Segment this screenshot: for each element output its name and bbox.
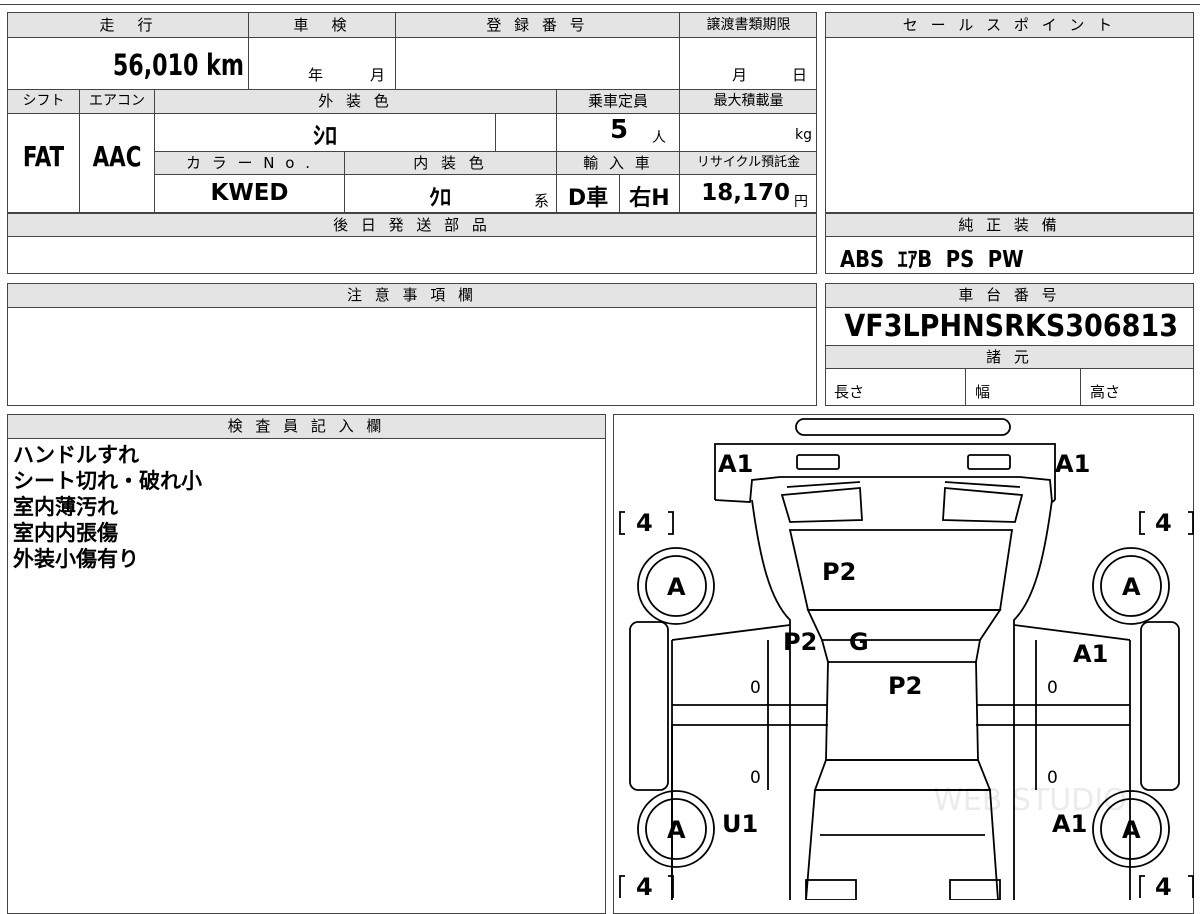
inspector-note: 外装小傷有り xyxy=(13,547,139,571)
max-load-label: 最大積載量 xyxy=(713,93,784,109)
interior-color-label: 内 装 色 xyxy=(413,154,488,172)
inspector-label: 検 査 員 記 入 欄 xyxy=(8,415,605,438)
transfer-deadline-label: 譲渡書類期限 xyxy=(706,17,791,33)
mark-tire-front-left: A xyxy=(667,573,686,601)
mark-tire-rear-left: A xyxy=(667,816,686,844)
recycle-unit: 円 xyxy=(794,194,808,210)
chassis-number: VF3LPHNSRKS306813 xyxy=(844,309,1178,344)
sales-point-label: セ ー ル ス ポ イ ン ト xyxy=(826,13,1193,37)
mark-hood: P2 xyxy=(822,558,857,586)
genuine-equipment-label: 純 正 装 備 xyxy=(826,214,1193,236)
capacity-label: 乗車定員 xyxy=(587,92,648,110)
import-value: D車 xyxy=(567,186,609,211)
transfer-day: 日 xyxy=(792,66,808,84)
inspector-notes: ハンドルすれ シート切れ・破れ小 室内薄汚れ 室内内張傷 外装小傷有り xyxy=(13,442,202,572)
import-label: 輸 入 車 xyxy=(583,154,653,172)
mark-door-r2: 0 xyxy=(1047,768,1058,788)
ac-label: エアコン xyxy=(89,93,145,109)
mark-tread-rear-left: 4 xyxy=(636,873,653,901)
exterior-color-value: ｼﾛ xyxy=(313,122,337,150)
color-no-value: KWED xyxy=(210,180,289,206)
inspection-month: 月 xyxy=(370,66,386,84)
mark-front-door-right: A1 xyxy=(1073,640,1109,668)
exterior-color-label: 外 装 色 xyxy=(318,92,393,110)
registration-label: 登 録 番 号 xyxy=(486,16,589,34)
mark-door-r1: 0 xyxy=(1047,678,1058,698)
inspection-year: 年 xyxy=(308,66,324,84)
mark-cowl-left: P2 xyxy=(783,628,818,656)
mark-rear-right: A1 xyxy=(1052,810,1088,838)
specs-label: 諸 元 xyxy=(826,346,1193,368)
genuine-equipment-value: ABS ｴｱB PS PW xyxy=(840,247,1024,273)
interior-suffix: 系 xyxy=(534,192,550,210)
mark-front-left: A1 xyxy=(718,450,754,478)
notes-label: 注 意 事 項 欄 xyxy=(8,284,816,307)
mark-front-right: A1 xyxy=(1055,450,1091,478)
inspector-note: 室内内張傷 xyxy=(13,521,118,545)
handle-value: 右H xyxy=(629,186,670,211)
mark-rear-left: U1 xyxy=(722,810,759,838)
max-load-unit: kg xyxy=(795,127,812,143)
inspection-label: 車 検 xyxy=(293,16,351,34)
mark-tire-rear-right: A xyxy=(1122,816,1141,844)
recycle-value: 18,170 xyxy=(701,180,790,206)
capacity-value: 5 xyxy=(610,115,629,145)
mileage-label: 走 行 xyxy=(99,16,157,34)
later-parts-label: 後 日 発 送 部 品 xyxy=(8,214,816,236)
mark-windshield: G xyxy=(849,628,869,656)
color-no-label: カ ラ ー N o . xyxy=(185,154,313,172)
shift-value: FAT xyxy=(22,140,65,173)
transfer-month: 月 xyxy=(732,66,748,84)
mark-tread-rear-right: 4 xyxy=(1155,873,1172,901)
length-label: 長さ xyxy=(834,383,865,401)
capacity-unit: 人 xyxy=(652,130,666,146)
ac-value: AAC xyxy=(92,140,142,173)
chassis-label: 車 台 番 号 xyxy=(826,284,1193,307)
watermark: WEB STUDIO xyxy=(933,783,1127,818)
mark-tire-front-right: A xyxy=(1122,573,1141,601)
mileage-value: 56,010 km xyxy=(112,48,244,82)
interior-color-value: ｸﾛ xyxy=(428,186,451,211)
sales-point-section xyxy=(825,12,1194,213)
mark-door-l2: 0 xyxy=(750,768,761,788)
inspector-note: 室内薄汚れ xyxy=(13,495,118,519)
height-label: 高さ xyxy=(1090,383,1121,401)
mark-door-l1: 0 xyxy=(750,678,761,698)
inspector-note: ハンドルすれ xyxy=(13,443,139,467)
shift-label: シフト xyxy=(22,93,65,109)
recycle-label: リサイクル預託金 xyxy=(696,155,801,170)
mark-tread-front-right: 4 xyxy=(1155,509,1172,537)
inspector-note: シート切れ・破れ小 xyxy=(13,469,202,493)
mark-tread-front-left: 4 xyxy=(636,509,653,537)
mark-roof: P2 xyxy=(888,672,923,700)
width-label: 幅 xyxy=(975,383,991,401)
